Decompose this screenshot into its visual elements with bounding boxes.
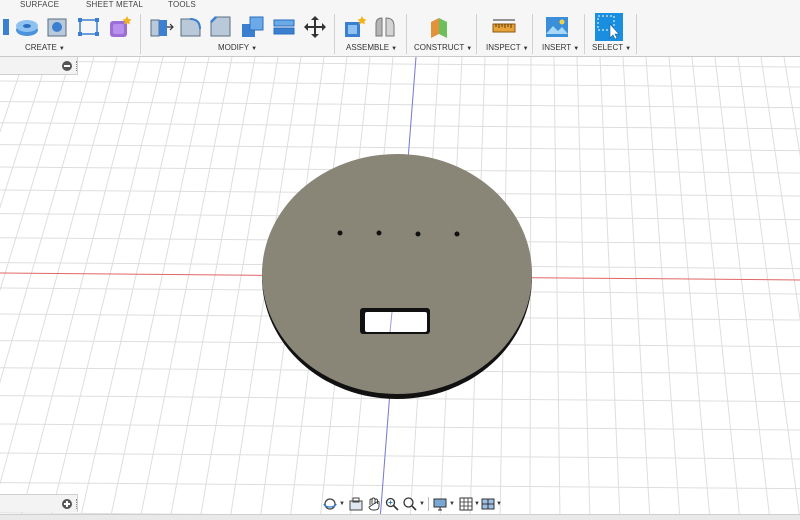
panel-grip-icon[interactable] (76, 61, 78, 71)
assemble-menu[interactable]: ASSEMBLE ▼ (346, 43, 397, 52)
navbar-divider (428, 497, 429, 511)
construct-label: CONSTRUCT (414, 43, 465, 52)
grid-line (714, 57, 771, 520)
tab-sheet-metal[interactable]: SHEET METAL (86, 0, 143, 9)
assemble-label: ASSEMBLE (346, 43, 390, 52)
chevron-down-icon[interactable]: ▼ (449, 501, 455, 507)
grid-line (576, 57, 591, 520)
fillet-icon[interactable] (178, 14, 204, 40)
shell-icon[interactable] (272, 14, 298, 40)
select-menu[interactable]: SELECT ▼ (592, 43, 631, 52)
grid-line (0, 101, 800, 109)
grid-line (0, 452, 800, 460)
joint-icon[interactable] (372, 14, 398, 40)
combine-icon[interactable] (240, 14, 266, 40)
chevron-down-icon[interactable]: ▼ (496, 501, 502, 507)
toolbar-divider (476, 14, 477, 54)
move-icon[interactable] (302, 14, 328, 40)
offset-plane-icon[interactable] (427, 14, 453, 40)
tab-tools[interactable]: TOOLS (168, 0, 196, 9)
insert-label: INSERT (542, 43, 572, 52)
zoom-window-icon[interactable] (384, 496, 400, 512)
grid-line (0, 482, 800, 490)
viewports-icon[interactable] (480, 496, 496, 512)
toolbar-divider (406, 14, 407, 54)
revolve-icon[interactable] (14, 14, 40, 40)
inspect-menu[interactable]: INSPECT ▼ (486, 43, 529, 52)
create-form-icon[interactable] (107, 14, 133, 40)
chamfer-icon[interactable] (208, 14, 234, 40)
rectangular-slot-opening (365, 312, 427, 332)
pan-icon[interactable] (366, 496, 382, 512)
new-component-icon[interactable] (342, 14, 368, 40)
grid-line (0, 122, 800, 130)
grid-line (139, 57, 233, 520)
modify-menu[interactable]: MODIFY ▼ (218, 43, 257, 52)
mounting-hole (454, 231, 460, 237)
modify-label: MODIFY (218, 43, 250, 52)
toolbar-divider (140, 14, 141, 54)
chevron-down-icon: ▼ (466, 46, 473, 52)
orbit-icon[interactable] (322, 496, 338, 512)
chevron-down-icon: ▼ (251, 46, 258, 52)
viewport-canvas[interactable] (0, 57, 800, 520)
collapse-icon[interactable] (62, 61, 72, 71)
create-menu[interactable]: CREATE ▼ (25, 43, 65, 52)
sketch-rectangle-icon[interactable] (76, 14, 102, 40)
canvas-viewport[interactable] (0, 57, 800, 520)
navigation-bar: ▼ ▼ ▼ ▼ ▼ (318, 494, 502, 514)
select-label: SELECT (592, 43, 624, 52)
chevron-down-icon[interactable]: ▼ (419, 501, 425, 507)
toolbar-divider (532, 14, 533, 54)
hole-icon[interactable] (45, 14, 71, 40)
insert-menu[interactable]: INSERT ▼ (542, 43, 579, 52)
toolbar: SURFACE SHEET METAL TOOLS CREATE ▼ MODIF… (0, 0, 800, 57)
inspect-label: INSPECT (486, 43, 521, 52)
create-label: CREATE (25, 43, 57, 52)
chevron-down-icon: ▼ (625, 46, 632, 52)
press-pull-icon[interactable] (148, 14, 174, 40)
circular-plate-part[interactable] (262, 154, 532, 399)
expand-icon[interactable] (62, 499, 72, 509)
plate-face[interactable] (262, 154, 532, 394)
grid-line (0, 60, 800, 68)
chevron-down-icon[interactable]: ▼ (339, 501, 345, 507)
toolbar-divider (334, 14, 335, 54)
grid-line (553, 57, 561, 520)
grid-line (0, 423, 800, 431)
comments-panel[interactable] (0, 494, 78, 512)
fusion-app-window: SURFACE SHEET METAL TOOLS CREATE ▼ MODIF… (0, 0, 800, 520)
grid-line (0, 80, 800, 88)
grid-line (783, 57, 800, 158)
mounting-hole (376, 230, 382, 236)
grid-settings-icon[interactable] (458, 496, 474, 512)
mounting-hole (415, 231, 421, 237)
grid-line (622, 57, 651, 520)
mounting-hole (337, 230, 343, 236)
grid-line (691, 57, 741, 520)
bottom-status-bar (0, 514, 800, 520)
chevron-down-icon: ▼ (58, 46, 65, 52)
browser-panel[interactable] (0, 57, 78, 75)
insert-image-icon[interactable] (544, 14, 570, 40)
chevron-down-icon: ▼ (573, 46, 580, 52)
toolbar-divider (636, 14, 637, 54)
grid-line (0, 144, 800, 152)
select-cursor-icon[interactable] (595, 13, 623, 41)
toolbar-divider (584, 14, 585, 54)
look-at-icon[interactable] (348, 496, 364, 512)
grid-line (737, 57, 800, 520)
grid-line (599, 57, 621, 520)
display-settings-icon[interactable] (432, 496, 448, 512)
panel-grip-icon[interactable] (76, 499, 78, 509)
grid-line (760, 57, 800, 323)
extrude-icon[interactable] (0, 14, 9, 40)
chevron-down-icon: ▼ (391, 46, 398, 52)
fit-icon[interactable] (402, 496, 418, 512)
measure-icon[interactable] (491, 14, 517, 40)
grid-line (169, 57, 256, 520)
chevron-down-icon: ▼ (522, 46, 529, 52)
construct-menu[interactable]: CONSTRUCT ▼ (414, 43, 472, 52)
tab-surface[interactable]: SURFACE (20, 0, 59, 9)
